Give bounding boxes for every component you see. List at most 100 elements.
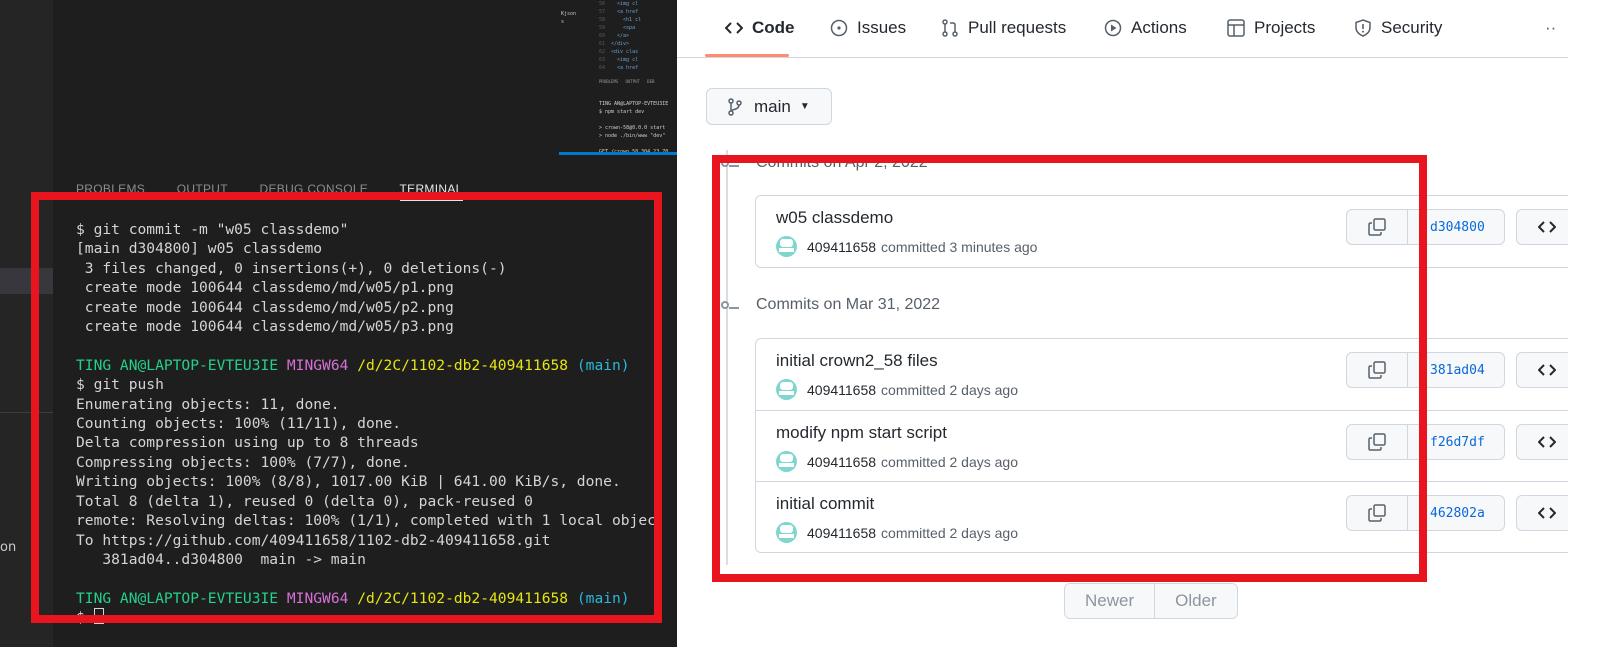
thumbnail-tabs: PROBLEMS OUTPUT DEB — [599, 79, 655, 84]
repo-nav: Code Issues Pull requests Actions Projec… — [677, 0, 1568, 58]
avatar[interactable] — [776, 522, 797, 543]
copy-sha-button[interactable] — [1346, 209, 1408, 245]
code-icon — [725, 22, 743, 34]
commit-meta: 409411658 committed 2 days ago — [776, 379, 1018, 400]
tab-issues-label: Issues — [857, 18, 907, 37]
terminal-line: Delta compression using up to 8 threads — [76, 434, 419, 452]
commit-author[interactable]: 409411658 — [807, 382, 876, 398]
prompt-shell: MINGW64 — [286, 356, 349, 374]
git-branch-icon — [728, 97, 742, 116]
terminal-line: $ git commit -m "w05 classdemo" — [76, 221, 349, 238]
tab-issues[interactable]: Issues — [830, 14, 906, 42]
commit-group-title: Commits on Apr 2, 2022 — [756, 154, 928, 171]
copy-icon — [1368, 504, 1386, 522]
tab-pull-requests-label: Pull requests — [968, 18, 1067, 37]
terminal-line: Writing objects: 100% (8/8), 1017.00 KiB… — [76, 473, 621, 491]
prompt-shell: MINGW64 — [286, 589, 349, 607]
code-icon — [1538, 507, 1556, 519]
terminal-input-line[interactable]: $ — [76, 608, 665, 627]
avatar[interactable] — [776, 379, 797, 400]
timeline-node-icon — [721, 159, 729, 167]
browse-repo-button[interactable] — [1516, 209, 1568, 245]
terminal-line: To https://github.com/409411658/1102-db2… — [76, 531, 551, 549]
panel-tabs: PROBLEMS OUTPUT DEBUG CONSOLE TERMINAL — [76, 182, 491, 201]
prompt-user: TING AN@LAPTOP-EVTEU3IE — [76, 589, 279, 607]
branch-selector[interactable]: main ▼ — [706, 88, 832, 125]
terminal-prompt: TING AN@LAPTOP-EVTEU3IE MINGW64 /d/2C/11… — [76, 356, 665, 375]
commit-author[interactable]: 409411658 — [807, 454, 876, 470]
avatar[interactable] — [776, 451, 797, 472]
tab-actions-label: Actions — [1131, 18, 1187, 37]
prompt-user: TING AN@LAPTOP-EVTEU3IE — [76, 356, 279, 374]
terminal-blank — [76, 336, 665, 355]
tab-output[interactable]: OUTPUT — [177, 182, 228, 196]
thumbnail-code: <img cl <a href <h1 cl <spa </a> </div> … — [611, 1, 642, 71]
copy-sha-button[interactable] — [1346, 424, 1408, 460]
terminal-line: Counting objects: 100% (11/11), done. — [76, 415, 402, 433]
browse-repo-button[interactable] — [1516, 495, 1568, 531]
pull-request-icon — [942, 19, 958, 37]
terminal-line: Enumerating objects: 11, done. — [76, 395, 340, 413]
tab-projects[interactable]: Projects — [1227, 14, 1315, 42]
avatar[interactable] — [776, 236, 797, 257]
copy-icon — [1368, 218, 1386, 236]
github-commits-page: Code Issues Pull requests Actions Projec… — [677, 0, 1568, 647]
commit-meta: 409411658 committed 2 days ago — [776, 451, 1018, 472]
more-menu-button[interactable]: ·· — [1545, 14, 1556, 42]
commit-message[interactable]: w05 classdemo — [776, 208, 893, 228]
terminal-line: create mode 100644 classdemo/md/w05/p2.p… — [76, 298, 454, 316]
commit-sha-link[interactable]: 462802a — [1407, 495, 1505, 531]
newer-button[interactable]: Newer — [1065, 584, 1156, 618]
commit-sha-link[interactable]: d304800 — [1407, 209, 1505, 245]
commit-time: committed 2 days ago — [881, 524, 1019, 541]
commit-sha-link[interactable]: f26d7df — [1407, 424, 1505, 460]
tab-actions[interactable]: Actions — [1104, 14, 1187, 42]
active-tab-underline — [705, 54, 789, 57]
terminal-prompt: TING AN@LAPTOP-EVTEU3IE MINGW64 /d/2C/11… — [76, 589, 665, 608]
terminal-blank — [76, 569, 665, 588]
sidebar-selected-row[interactable] — [0, 268, 53, 294]
commit-row: initial commit 409411658 committed 2 day… — [756, 481, 1568, 552]
terminal-line: 381ad04..d304800 main -> main — [76, 550, 366, 568]
older-button[interactable]: Older — [1155, 584, 1237, 618]
screenshot-stage: on Kjson s 56 57 58 59 60 61 62 63 64 <i… — [0, 0, 1568, 647]
commit-author[interactable]: 409411658 — [807, 239, 876, 255]
tab-code[interactable]: Code — [725, 14, 795, 42]
commit-message[interactable]: initial commit — [776, 494, 874, 514]
activity-sidebar: on — [0, 0, 53, 647]
terminal-line: $ git push — [76, 376, 164, 394]
commit-message[interactable]: initial crown2_58 files — [776, 351, 938, 371]
commit-group-title: Commits on Mar 31, 2022 — [756, 296, 941, 313]
cursor-icon — [93, 608, 104, 625]
terminal-output[interactable]: $ git commit -m "w05 classdemo" [main d30… — [76, 220, 665, 628]
terminal-line: 3 files changed, 0 insertions(+), 0 dele… — [76, 259, 507, 277]
branch-name: main — [754, 96, 791, 116]
commit-row: w05 classdemo 409411658 committed 3 minu… — [756, 196, 1568, 267]
copy-sha-button[interactable] — [1346, 495, 1408, 531]
editor-thumbnail: Kjson s 56 57 58 59 60 61 62 63 64 <img … — [559, 0, 677, 158]
commit-time: committed 3 minutes ago — [881, 238, 1038, 255]
prompt-branch: (main) — [576, 589, 630, 607]
tab-pull-requests[interactable]: Pull requests — [941, 14, 1066, 42]
thumbnail-kjson: Kjson s — [561, 11, 577, 25]
code-icon — [1538, 221, 1556, 233]
tab-security[interactable]: Security — [1354, 14, 1442, 42]
prompt-path: /d/2C/1102-db2-409411658 — [357, 356, 569, 374]
tab-terminal[interactable]: TERMINAL — [399, 182, 463, 201]
browse-repo-button[interactable] — [1516, 424, 1568, 460]
copy-sha-button[interactable] — [1346, 352, 1408, 388]
timeline-tick — [729, 165, 739, 167]
terminal-line: create mode 100644 classdemo/md/w05/p3.p… — [76, 318, 454, 336]
pagination: Newer Older — [1064, 583, 1238, 619]
commit-time: committed 2 days ago — [881, 453, 1019, 470]
table-icon — [1227, 19, 1245, 37]
commit-author[interactable]: 409411658 — [807, 525, 876, 541]
tab-problems[interactable]: PROBLEMS — [76, 182, 145, 196]
thumbnail-status-bar — [559, 152, 677, 155]
commit-meta: 409411658 committed 2 days ago — [776, 522, 1018, 543]
tab-debug-console[interactable]: DEBUG CONSOLE — [260, 182, 369, 196]
commit-sha-link[interactable]: 381ad04 — [1407, 352, 1505, 388]
issue-icon — [830, 19, 848, 37]
browse-repo-button[interactable] — [1516, 352, 1568, 388]
commit-message[interactable]: modify npm start script — [776, 423, 947, 443]
